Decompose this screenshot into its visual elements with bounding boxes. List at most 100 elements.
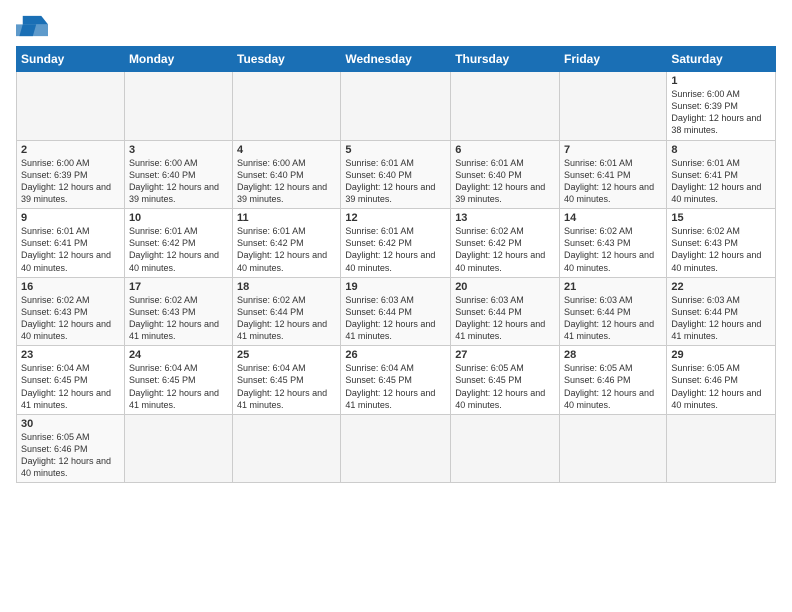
calendar-cell: 29Sunrise: 6:05 AM Sunset: 6:46 PM Dayli… (667, 346, 776, 415)
day-number: 7 (564, 144, 662, 156)
calendar-cell: 1Sunrise: 6:00 AM Sunset: 6:39 PM Daylig… (667, 72, 776, 141)
calendar-cell: 20Sunrise: 6:03 AM Sunset: 6:44 PM Dayli… (451, 277, 560, 346)
day-number: 10 (129, 212, 228, 224)
day-number: 28 (564, 349, 662, 361)
calendar-cell: 25Sunrise: 6:04 AM Sunset: 6:45 PM Dayli… (233, 346, 341, 415)
day-info: Sunrise: 6:02 AM Sunset: 6:42 PM Dayligh… (455, 225, 555, 274)
day-info: Sunrise: 6:03 AM Sunset: 6:44 PM Dayligh… (564, 294, 662, 343)
calendar-cell: 24Sunrise: 6:04 AM Sunset: 6:45 PM Dayli… (124, 346, 232, 415)
day-number: 3 (129, 144, 228, 156)
weekday-header-row: SundayMondayTuesdayWednesdayThursdayFrid… (17, 47, 776, 72)
calendar-week-row: 23Sunrise: 6:04 AM Sunset: 6:45 PM Dayli… (17, 346, 776, 415)
day-number: 15 (671, 212, 771, 224)
calendar-cell (451, 414, 560, 483)
calendar-cell: 14Sunrise: 6:02 AM Sunset: 6:43 PM Dayli… (560, 209, 667, 278)
day-info: Sunrise: 6:05 AM Sunset: 6:46 PM Dayligh… (564, 362, 662, 411)
day-number: 4 (237, 144, 336, 156)
day-number: 26 (345, 349, 446, 361)
day-info: Sunrise: 6:02 AM Sunset: 6:43 PM Dayligh… (21, 294, 120, 343)
calendar-cell: 23Sunrise: 6:04 AM Sunset: 6:45 PM Dayli… (17, 346, 125, 415)
day-info: Sunrise: 6:00 AM Sunset: 6:39 PM Dayligh… (671, 88, 771, 137)
calendar-cell: 3Sunrise: 6:00 AM Sunset: 6:40 PM Daylig… (124, 140, 232, 209)
day-number: 24 (129, 349, 228, 361)
day-info: Sunrise: 6:04 AM Sunset: 6:45 PM Dayligh… (345, 362, 446, 411)
calendar-cell (560, 72, 667, 141)
day-info: Sunrise: 6:01 AM Sunset: 6:40 PM Dayligh… (345, 157, 446, 206)
weekday-header-thursday: Thursday (451, 47, 560, 72)
calendar-cell: 17Sunrise: 6:02 AM Sunset: 6:43 PM Dayli… (124, 277, 232, 346)
day-info: Sunrise: 6:00 AM Sunset: 6:40 PM Dayligh… (237, 157, 336, 206)
calendar-cell: 5Sunrise: 6:01 AM Sunset: 6:40 PM Daylig… (341, 140, 451, 209)
calendar-week-row: 16Sunrise: 6:02 AM Sunset: 6:43 PM Dayli… (17, 277, 776, 346)
day-number: 14 (564, 212, 662, 224)
calendar-cell: 15Sunrise: 6:02 AM Sunset: 6:43 PM Dayli… (667, 209, 776, 278)
day-number: 30 (21, 418, 120, 430)
day-info: Sunrise: 6:01 AM Sunset: 6:42 PM Dayligh… (345, 225, 446, 274)
weekday-header-sunday: Sunday (17, 47, 125, 72)
day-number: 5 (345, 144, 446, 156)
day-info: Sunrise: 6:03 AM Sunset: 6:44 PM Dayligh… (671, 294, 771, 343)
calendar-cell (233, 414, 341, 483)
calendar-cell: 30Sunrise: 6:05 AM Sunset: 6:46 PM Dayli… (17, 414, 125, 483)
calendar-cell: 7Sunrise: 6:01 AM Sunset: 6:41 PM Daylig… (560, 140, 667, 209)
calendar-cell: 18Sunrise: 6:02 AM Sunset: 6:44 PM Dayli… (233, 277, 341, 346)
day-info: Sunrise: 6:00 AM Sunset: 6:40 PM Dayligh… (129, 157, 228, 206)
day-info: Sunrise: 6:02 AM Sunset: 6:44 PM Dayligh… (237, 294, 336, 343)
day-info: Sunrise: 6:01 AM Sunset: 6:41 PM Dayligh… (21, 225, 120, 274)
day-number: 19 (345, 281, 446, 293)
calendar-cell: 2Sunrise: 6:00 AM Sunset: 6:39 PM Daylig… (17, 140, 125, 209)
calendar-cell: 11Sunrise: 6:01 AM Sunset: 6:42 PM Dayli… (233, 209, 341, 278)
day-number: 11 (237, 212, 336, 224)
day-info: Sunrise: 6:02 AM Sunset: 6:43 PM Dayligh… (564, 225, 662, 274)
calendar-cell (341, 414, 451, 483)
weekday-header-tuesday: Tuesday (233, 47, 341, 72)
calendar-week-row: 1Sunrise: 6:00 AM Sunset: 6:39 PM Daylig… (17, 72, 776, 141)
day-info: Sunrise: 6:01 AM Sunset: 6:41 PM Dayligh… (671, 157, 771, 206)
calendar-cell (17, 72, 125, 141)
page: SundayMondayTuesdayWednesdayThursdayFrid… (0, 0, 792, 491)
generalblue-logo-icon (16, 12, 48, 40)
day-info: Sunrise: 6:01 AM Sunset: 6:42 PM Dayligh… (129, 225, 228, 274)
day-number: 9 (21, 212, 120, 224)
calendar-cell (667, 414, 776, 483)
day-number: 29 (671, 349, 771, 361)
day-number: 23 (21, 349, 120, 361)
weekday-header-saturday: Saturday (667, 47, 776, 72)
day-info: Sunrise: 6:00 AM Sunset: 6:39 PM Dayligh… (21, 157, 120, 206)
calendar-cell: 9Sunrise: 6:01 AM Sunset: 6:41 PM Daylig… (17, 209, 125, 278)
day-number: 22 (671, 281, 771, 293)
day-info: Sunrise: 6:02 AM Sunset: 6:43 PM Dayligh… (129, 294, 228, 343)
day-info: Sunrise: 6:01 AM Sunset: 6:40 PM Dayligh… (455, 157, 555, 206)
calendar-cell: 10Sunrise: 6:01 AM Sunset: 6:42 PM Dayli… (124, 209, 232, 278)
calendar-cell: 16Sunrise: 6:02 AM Sunset: 6:43 PM Dayli… (17, 277, 125, 346)
day-info: Sunrise: 6:05 AM Sunset: 6:46 PM Dayligh… (21, 431, 120, 480)
day-info: Sunrise: 6:01 AM Sunset: 6:41 PM Dayligh… (564, 157, 662, 206)
weekday-header-monday: Monday (124, 47, 232, 72)
day-number: 1 (671, 75, 771, 87)
calendar-cell: 13Sunrise: 6:02 AM Sunset: 6:42 PM Dayli… (451, 209, 560, 278)
day-info: Sunrise: 6:04 AM Sunset: 6:45 PM Dayligh… (21, 362, 120, 411)
day-number: 13 (455, 212, 555, 224)
calendar-cell: 6Sunrise: 6:01 AM Sunset: 6:40 PM Daylig… (451, 140, 560, 209)
calendar-week-row: 2Sunrise: 6:00 AM Sunset: 6:39 PM Daylig… (17, 140, 776, 209)
day-info: Sunrise: 6:05 AM Sunset: 6:45 PM Dayligh… (455, 362, 555, 411)
day-number: 25 (237, 349, 336, 361)
calendar-week-row: 30Sunrise: 6:05 AM Sunset: 6:46 PM Dayli… (17, 414, 776, 483)
calendar-cell: 21Sunrise: 6:03 AM Sunset: 6:44 PM Dayli… (560, 277, 667, 346)
calendar-cell: 12Sunrise: 6:01 AM Sunset: 6:42 PM Dayli… (341, 209, 451, 278)
day-number: 21 (564, 281, 662, 293)
day-number: 16 (21, 281, 120, 293)
calendar-cell (124, 414, 232, 483)
day-number: 17 (129, 281, 228, 293)
day-info: Sunrise: 6:01 AM Sunset: 6:42 PM Dayligh… (237, 225, 336, 274)
day-info: Sunrise: 6:03 AM Sunset: 6:44 PM Dayligh… (455, 294, 555, 343)
calendar-cell: 26Sunrise: 6:04 AM Sunset: 6:45 PM Dayli… (341, 346, 451, 415)
day-number: 2 (21, 144, 120, 156)
header (16, 12, 776, 40)
day-info: Sunrise: 6:02 AM Sunset: 6:43 PM Dayligh… (671, 225, 771, 274)
day-info: Sunrise: 6:03 AM Sunset: 6:44 PM Dayligh… (345, 294, 446, 343)
calendar-cell (341, 72, 451, 141)
day-number: 8 (671, 144, 771, 156)
day-number: 27 (455, 349, 555, 361)
day-info: Sunrise: 6:04 AM Sunset: 6:45 PM Dayligh… (129, 362, 228, 411)
